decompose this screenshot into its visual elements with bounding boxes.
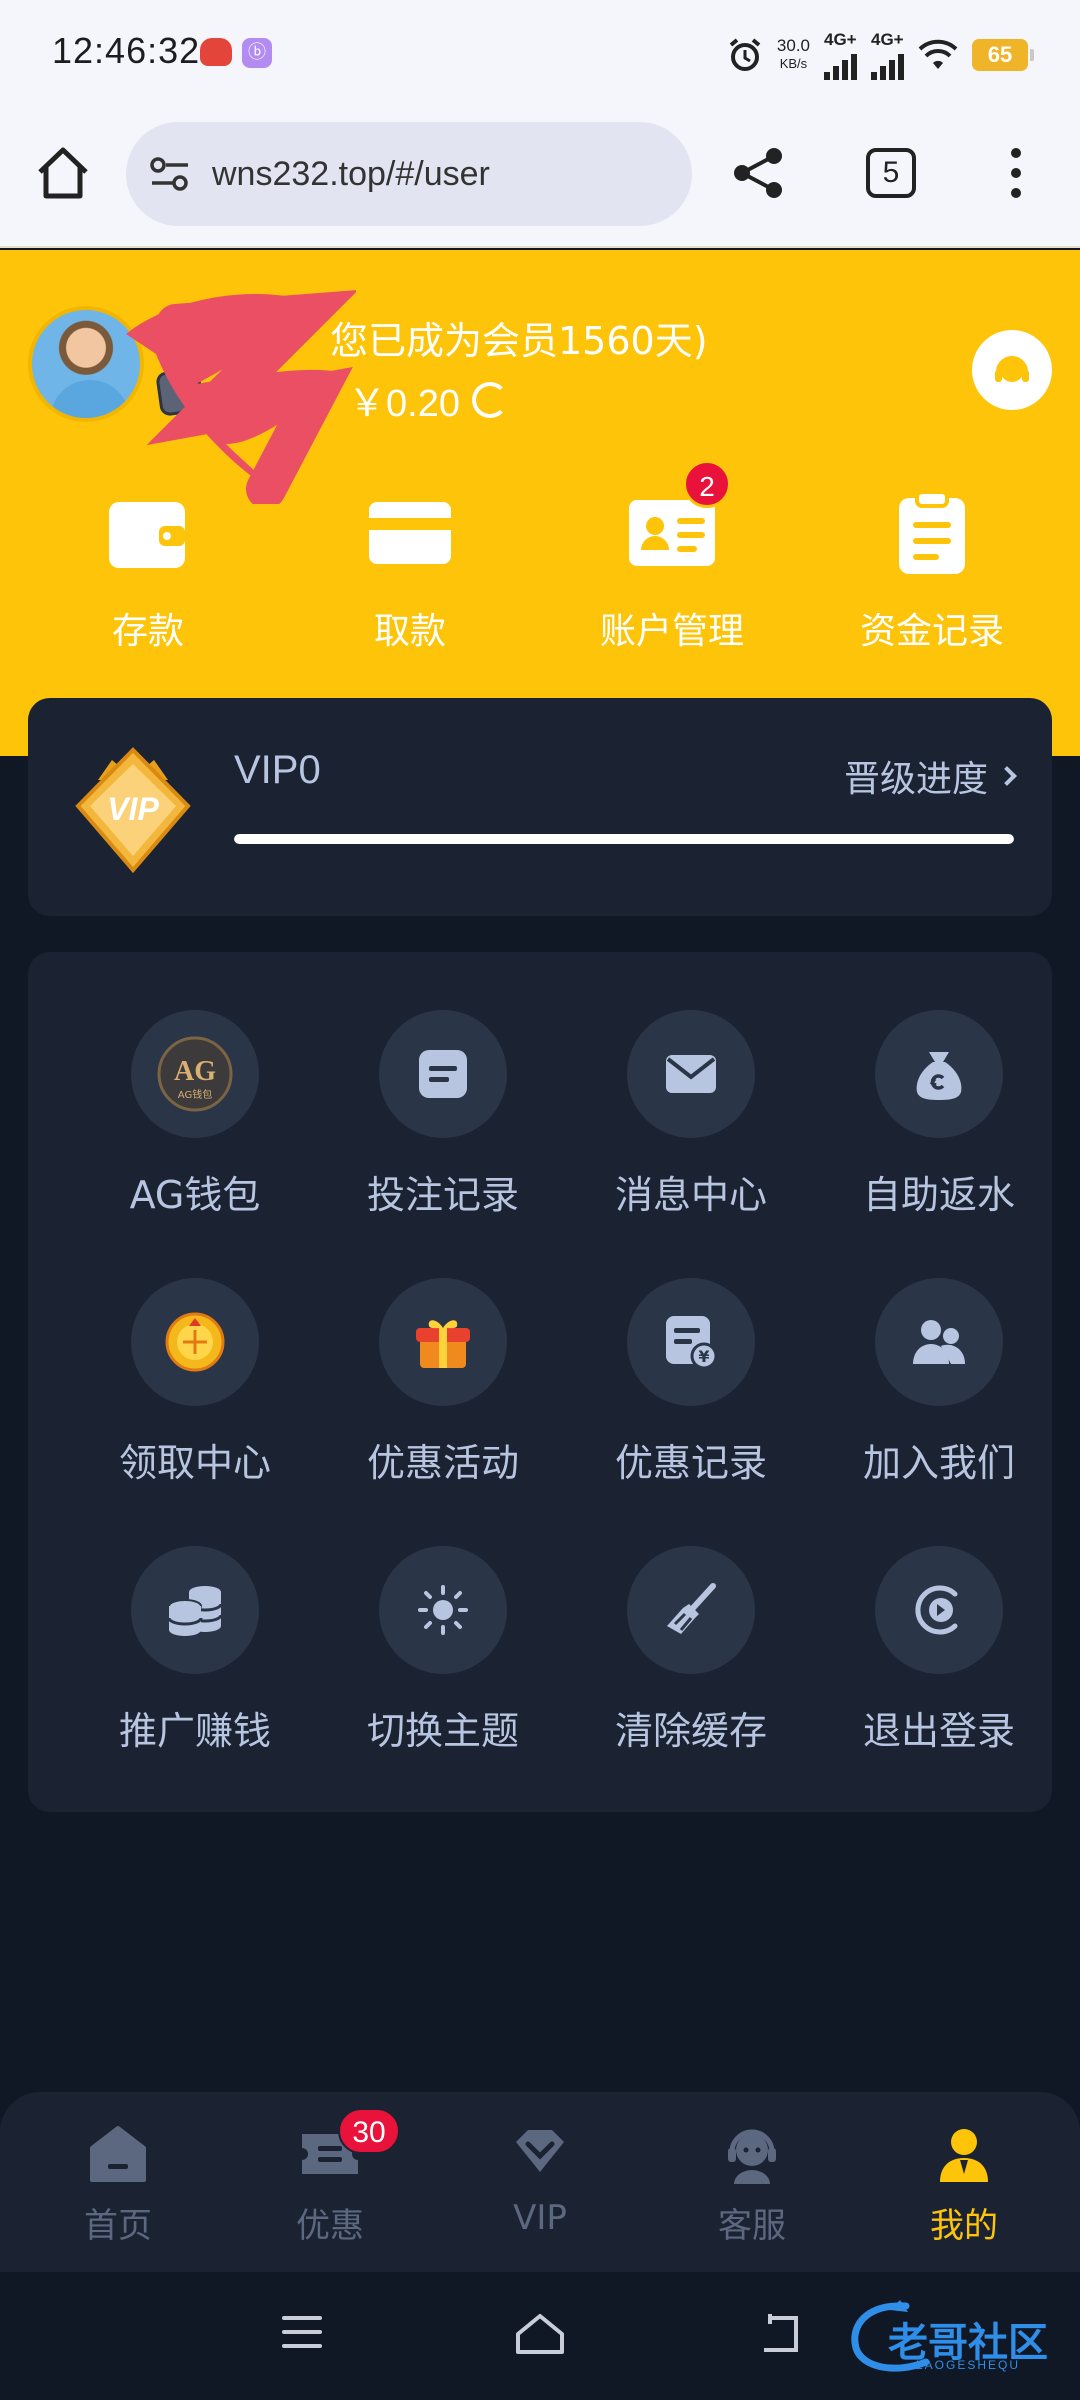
diamond-icon <box>508 2122 572 2186</box>
watermark-logo: 老哥社区 LAOGESHEQU <box>846 2296 1066 2376</box>
net-speed: 30.0 KB/s <box>776 36 810 72</box>
quick-action-fund-records[interactable]: 资金记录 <box>802 488 1062 654</box>
notification-app-icon <box>200 38 232 66</box>
balance: ￥0.20 <box>348 372 508 427</box>
vip-progress-link[interactable]: 晋级进度 <box>843 750 1017 802</box>
quick-action-deposit[interactable]: 存款 <box>18 488 278 654</box>
notification-badge: 30 <box>338 2108 400 2154</box>
menu-item-claim-center[interactable]: 领取中心 <box>70 1278 320 1487</box>
gift-icon <box>416 1320 470 1368</box>
tab-switcher-button[interactable]: 5 <box>866 148 916 198</box>
redaction-scribble <box>126 290 356 504</box>
signal-bars-icon <box>871 50 904 80</box>
back-icon[interactable] <box>756 2312 800 2356</box>
status-time: 12:46:32 <box>52 30 201 71</box>
tab-vip[interactable]: VIP <box>432 2122 648 2238</box>
quick-action-account[interactable]: 2 账户管理 <box>542 460 802 654</box>
signal-1: 4G+ <box>824 30 857 80</box>
balance-amount: ￥0.20 <box>348 383 460 425</box>
menu-item-ag-wallet[interactable]: AG AG钱包 AG钱包 <box>70 1010 320 1219</box>
menu-grid: AG AG钱包 AG钱包 投注记录 消息中心 自助返水 领取中心 优惠活动 ¥ … <box>28 952 1052 1812</box>
refresh-icon[interactable] <box>471 381 508 418</box>
menu-item-bet-records[interactable]: 投注记录 <box>318 1010 568 1219</box>
menu-item-switch-theme[interactable]: 切换主题 <box>318 1546 568 1755</box>
member-days-text: 您已成为会员1560天) <box>330 319 708 363</box>
tab-home[interactable]: 首页 <box>10 2122 226 2247</box>
notification-badge: 2 <box>683 460 731 508</box>
coin-stack-icon <box>167 1586 223 1636</box>
broom-icon <box>667 1583 716 1634</box>
chevron-right-icon <box>997 766 1017 786</box>
site-settings-icon[interactable] <box>148 156 192 192</box>
vip-progress-fill <box>234 834 1014 844</box>
yuan-document-icon: ¥ <box>666 1316 718 1370</box>
menu-item-join-us[interactable]: 加入我们 <box>814 1278 1064 1487</box>
user-header: 您已成为会员1560天) ￥0.20 存款 取款 2 账户管理 资金记录 <box>0 250 1080 756</box>
vip-progress-bar <box>234 834 1014 844</box>
system-home-icon[interactable] <box>514 2312 566 2356</box>
bet-record-icon <box>419 1050 467 1098</box>
menu-item-clear-cache[interactable]: 清除缓存 <box>566 1546 816 1755</box>
status-indicators: 30.0 KB/s 4G+ 4G+ 65 <box>727 30 1034 80</box>
system-navigation-bar: 老哥社区 LAOGESHEQU <box>0 2272 1080 2400</box>
browser-home-icon[interactable] <box>32 142 94 204</box>
share-icon[interactable] <box>730 144 788 202</box>
notification-app-icon-2: ⓑ <box>242 38 272 68</box>
status-bar: 12:46:32 ⓑ 30.0 KB/s 4G+ 4G+ 65 <box>0 0 1080 108</box>
tab-promotions[interactable]: 30 优惠 <box>222 2108 438 2247</box>
vip-progress-label: 晋级进度 <box>843 759 988 800</box>
card-icon <box>365 488 455 578</box>
tab-support[interactable]: 客服 <box>644 2122 860 2247</box>
profile-icon <box>932 2122 996 2186</box>
clipboard-icon <box>887 488 977 578</box>
recent-apps-icon[interactable] <box>282 2316 322 2358</box>
home-icon <box>86 2122 150 2186</box>
menu-item-messages[interactable]: 消息中心 <box>566 1010 816 1219</box>
svg-text:AG钱包: AG钱包 <box>178 1088 212 1101</box>
menu-item-promo-records[interactable]: ¥ 优惠记录 <box>566 1278 816 1487</box>
wifi-icon <box>918 39 958 69</box>
money-bag-icon <box>916 1052 962 1100</box>
svg-text:VIP: VIP <box>107 791 159 827</box>
url-text[interactable]: wns232.top/#/user <box>212 155 490 194</box>
signal-2: 4G+ <box>871 30 904 80</box>
menu-item-referral[interactable]: 推广赚钱 <box>70 1546 320 1755</box>
overflow-menu-icon[interactable] <box>1006 148 1026 204</box>
menu-item-self-rebate[interactable]: 自助返水 <box>814 1010 1064 1219</box>
logout-icon <box>915 1585 958 1635</box>
gold-coin-icon <box>165 1312 225 1372</box>
signal-bars-icon <box>824 50 857 80</box>
sun-icon <box>418 1585 468 1635</box>
wallet-icon <box>103 488 193 578</box>
envelope-icon <box>666 1055 716 1093</box>
id-card-icon: 2 <box>627 460 731 578</box>
svg-text:¥: ¥ <box>698 1347 709 1366</box>
tab-profile[interactable]: 我的 <box>856 2122 1072 2247</box>
ag-wallet-icon: AGAG钱包 <box>157 1036 233 1112</box>
alarm-icon <box>729 38 761 71</box>
vip-card[interactable]: VIP VIP0 晋级进度 <box>28 698 1052 916</box>
support-agent-icon <box>720 2122 784 2186</box>
customer-service-button[interactable] <box>972 330 1052 410</box>
headset-icon <box>995 356 1029 382</box>
battery-icon: 65 <box>972 39 1034 71</box>
coupon-icon: 30 <box>298 2108 400 2186</box>
bottom-tab-bar: 首页 30 优惠 VIP 客服 我的 <box>0 2092 1080 2272</box>
svg-text:AG: AG <box>174 1056 216 1087</box>
menu-item-promotions[interactable]: 优惠活动 <box>318 1278 568 1487</box>
browser-toolbar: wns232.top/#/user 5 <box>0 108 1080 248</box>
address-bar[interactable]: wns232.top/#/user <box>126 122 692 226</box>
quick-action-withdraw[interactable]: 取款 <box>280 488 540 654</box>
users-icon <box>913 1320 965 1364</box>
vip-crown-emblem-icon: VIP <box>75 747 191 874</box>
vip-level: VIP0 <box>234 748 321 792</box>
menu-item-logout[interactable]: 退出登录 <box>814 1546 1064 1755</box>
